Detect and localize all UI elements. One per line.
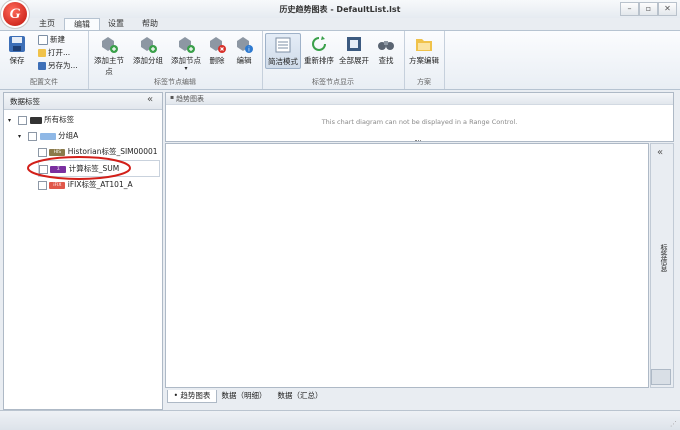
tab-settings[interactable]: 设置 (100, 18, 132, 30)
tag-info-label[interactable]: 标签信息 (656, 244, 668, 272)
open-label: 打开... (48, 48, 71, 57)
status-bar: ⋰ (0, 410, 680, 430)
add-group-label: 添加分组 (133, 56, 163, 65)
data-tags-panel: 数据标签 « ▾ 所有标签 ▾ 分组A HIS Historian标签_SIM0… (3, 92, 163, 410)
dropdown-arrow-icon: ▾ (184, 65, 188, 72)
config-file-group: 保存 新建 打开... 另存为... 配置文件 (0, 31, 89, 89)
tree-item-ifix-tag[interactable]: iFIX iFIX标签_AT101_A (38, 177, 133, 192)
tree-item-label: 分组A (58, 131, 79, 140)
tree-item-label: iFIX标签_AT101_A (67, 180, 133, 189)
scheme-group: 方案编辑 方案 (404, 31, 445, 89)
config-group-label: 配置文件 (30, 78, 58, 86)
trend-chart-title: 趋势图表 (176, 95, 204, 103)
add-group-button[interactable]: 添加分组 (132, 35, 164, 66)
group-add-icon (141, 37, 157, 53)
brief-mode-label: 简洁模式 (268, 57, 298, 66)
restore-button[interactable]: ▫ (639, 2, 658, 16)
tag-root-icon (29, 116, 42, 124)
tree-item-group-a[interactable]: ▾ 分组A (18, 128, 78, 143)
minimize-button[interactable]: – (620, 2, 639, 16)
expand-all-button[interactable]: 全部展开 (338, 35, 370, 66)
save-as-label: 另存为... (48, 61, 78, 70)
scheme-edit-label: 方案编辑 (409, 56, 439, 65)
tag-edit-icon: i (237, 37, 253, 54)
resize-grip-icon[interactable]: ⋰ (670, 420, 677, 428)
find-label: 查找 (378, 56, 394, 65)
save-as-icon (38, 62, 46, 70)
node-display-group: 简洁模式 重新排序 全部展开 查找 标签节点显示 (262, 31, 405, 89)
new-button[interactable]: 新建 (38, 34, 65, 45)
tag-add-icon (102, 37, 118, 53)
node-display-group-label: 标签节点显示 (312, 78, 354, 86)
ifix-tag-icon: iFIX (49, 181, 66, 189)
tab-data-summary[interactable]: 数据（汇总） (275, 390, 325, 402)
find-button[interactable]: 查找 (374, 35, 398, 66)
edit-label: 编辑 (236, 56, 252, 65)
window-title: 历史趋势图表 - DefaultList.lst (279, 5, 401, 14)
node-edit-group: 添加主节点 添加分组 添加节点 ▾ 删除 i 编辑 标签节点编辑 (88, 31, 263, 89)
tab-help[interactable]: 帮助 (134, 18, 166, 30)
tree-checkbox[interactable] (38, 180, 47, 190)
data-tags-panel-header: 数据标签 « (4, 93, 162, 110)
scheme-edit-button[interactable]: 方案编辑 (406, 35, 442, 66)
add-main-node-label: 添加主节点 (94, 56, 124, 76)
open-folder-icon (38, 49, 46, 57)
data-tags-panel-title: 数据标签 (10, 97, 40, 106)
strip-scroll-button[interactable] (651, 369, 671, 385)
close-button[interactable]: ✕ (658, 2, 677, 16)
group-icon (39, 132, 56, 140)
save-as-button[interactable]: 另存为... (38, 60, 78, 71)
add-node-button[interactable]: 添加节点 ▾ (170, 35, 202, 72)
binoculars-icon (378, 41, 394, 50)
tab-trend-chart[interactable]: • 趋势图表 (167, 390, 217, 403)
node-add-icon (179, 37, 195, 53)
tag-info-strip: « 标签信息 (650, 143, 674, 388)
range-control-message: This chart diagram can not be displayed … (321, 118, 518, 126)
save-button[interactable]: 保存 (4, 35, 30, 66)
tab-home[interactable]: 主页 (32, 18, 62, 30)
folder-edit-icon (416, 39, 432, 51)
tree-item-label: 所有标签 (44, 115, 75, 124)
list-view-icon (275, 37, 291, 53)
tab-data-detail[interactable]: 数据（明细） (219, 390, 269, 402)
new-file-icon (38, 35, 48, 45)
title-bar: 历史趋势图表 - DefaultList.lst – ▫ ✕ (0, 0, 680, 18)
expand-all-label: 全部展开 (339, 56, 369, 65)
save-icon (9, 36, 25, 52)
tree-item-all-tags[interactable]: ▾ 所有标签 (8, 112, 74, 127)
tree-checkbox[interactable] (28, 131, 38, 141)
expand-tree-icon (347, 37, 361, 51)
trend-chart-canvas[interactable] (165, 143, 649, 388)
view-tabs: • 趋势图表 数据（明细） 数据（汇总） (165, 388, 672, 404)
tag-info-collapse-button[interactable]: « (657, 147, 663, 158)
trend-chart-header: ▪ 趋势图表 (166, 93, 673, 105)
tree-checkbox[interactable] (18, 115, 28, 125)
bullet-icon: ▪ (170, 94, 175, 101)
node-edit-group-label: 标签节点编辑 (154, 78, 196, 86)
tree-toggle-icon[interactable]: ▾ (18, 129, 26, 144)
scheme-group-label: 方案 (417, 78, 431, 86)
brief-mode-button[interactable]: 简洁模式 (265, 33, 301, 69)
resort-label: 重新排序 (304, 56, 334, 65)
resort-button[interactable]: 重新排序 (303, 35, 335, 66)
tag-delete-icon (210, 37, 226, 53)
add-main-node-button[interactable]: 添加主节点 (91, 35, 127, 77)
refresh-icon (312, 36, 326, 51)
tab-trend-chart-label: 趋势图表 (180, 391, 211, 400)
new-label: 新建 (50, 35, 65, 44)
ribbon-tabs: 主页 编辑 设置 帮助 (0, 18, 680, 31)
range-control-panel: ▪ 趋势图表 This chart diagram can not be dis… (165, 92, 674, 142)
panel-collapse-button[interactable]: « (147, 94, 153, 105)
save-label: 保存 (9, 56, 25, 65)
delete-label: 删除 (209, 56, 225, 65)
delete-button[interactable]: 删除 (206, 35, 228, 66)
tree-toggle-icon[interactable]: ▾ (8, 113, 16, 128)
open-button[interactable]: 打开... (38, 47, 70, 58)
edit-button[interactable]: i 编辑 (233, 35, 255, 66)
ribbon: 保存 新建 打开... 另存为... 配置文件 添加主节点 添加分组 添加节点 … (0, 30, 680, 90)
